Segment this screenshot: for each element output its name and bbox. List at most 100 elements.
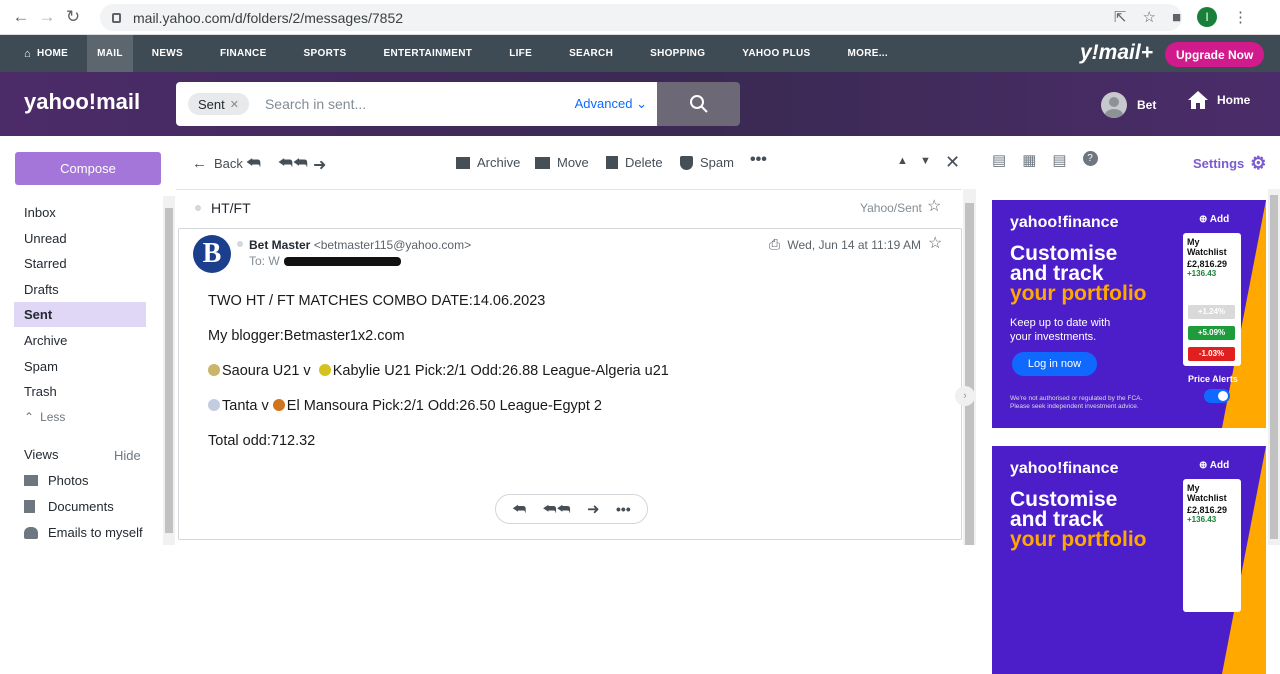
sidebar-scrollbar[interactable] [163, 196, 175, 545]
scroll-thumb[interactable] [165, 208, 173, 533]
chip-close-icon[interactable]: ✕ [230, 98, 239, 111]
profile-avatar[interactable]: I [1197, 7, 1217, 27]
star-icon[interactable]: ☆ [1142, 8, 1155, 26]
reply-icon[interactable]: ⮪ [512, 501, 526, 518]
search-input[interactable]: Search in sent... [265, 96, 366, 112]
read-dot-icon[interactable] [237, 241, 243, 247]
ad-disclaimer: We're not authorised or regulated by the… [1010, 395, 1142, 411]
team-crest-icon [319, 364, 331, 376]
right-panel-tabs: ▤ ▦ ▤ ? [992, 151, 1098, 169]
scroll-thumb[interactable] [1270, 195, 1278, 539]
search-box[interactable]: Sent✕ Search in sent... Advanced ⌄ [176, 82, 657, 126]
spam-button[interactable]: Spam [680, 155, 734, 170]
finance-ad[interactable]: yahoo!finance ⊕ Add Customise and track … [992, 200, 1266, 428]
compose-button[interactable]: Compose [15, 152, 161, 185]
right-panel-scrollbar[interactable] [1268, 189, 1280, 545]
sender-line[interactable]: Bet Master <betmaster115@yahoo.com> [249, 238, 471, 252]
reload-icon[interactable]: ↻ [60, 7, 86, 27]
folder-starred[interactable]: Starred [14, 251, 146, 276]
view-emails-to-myself[interactable]: Emails to myself [14, 520, 146, 545]
ad-add-button[interactable]: ⊕ Add [1199, 460, 1229, 471]
menu-dots-icon[interactable]: ⋮ [1233, 8, 1248, 26]
nav-home[interactable]: ⌂HOME [24, 35, 68, 72]
hide-views-button[interactable]: Hide [114, 448, 141, 463]
help-icon[interactable]: ? [1083, 151, 1098, 166]
advanced-search-button[interactable]: Advanced ⌄ [575, 96, 647, 112]
view-documents[interactable]: Documents [14, 494, 146, 519]
folder-sent[interactable]: Sent [14, 302, 146, 327]
nav-shopping[interactable]: SHOPPING [650, 35, 705, 72]
nav-more[interactable]: MORE... [848, 35, 888, 72]
recipient-line: To: W [249, 254, 401, 268]
delete-button[interactable]: Delete [606, 155, 663, 170]
ad-add-button[interactable]: ⊕ Add [1199, 214, 1229, 225]
forward-icon[interactable]: ➜ [313, 155, 326, 175]
nav-life[interactable]: LIFE [509, 35, 532, 72]
message-date: Wed, Jun 14 at 11:19 AM [787, 238, 921, 252]
document-icon [24, 500, 35, 513]
nav-entertainment[interactable]: ENTERTAINMENT [383, 35, 472, 72]
previous-message-icon[interactable]: ▲ [897, 155, 908, 167]
scroll-thumb[interactable] [965, 203, 974, 545]
back-arrow-icon[interactable]: ← [8, 7, 34, 27]
upgrade-now-button[interactable]: Upgrade Now [1165, 42, 1264, 67]
reply-all-icon[interactable]: ⮪⮪ [278, 155, 308, 173]
ad-login-button[interactable]: Log in now [1012, 352, 1097, 376]
home-button[interactable]: Home [1187, 90, 1250, 110]
notepad-icon[interactable]: ▤ [1052, 151, 1066, 169]
lock-icon [112, 13, 121, 23]
contacts-icon[interactable]: ▤ [992, 151, 1006, 169]
finance-ad[interactable]: yahoo!finance ⊕ Add Customise and track … [992, 446, 1266, 674]
reply-all-icon[interactable]: ⮪⮪ [543, 501, 571, 518]
move-button[interactable]: Move [535, 155, 589, 170]
archive-button[interactable]: Archive [456, 155, 520, 170]
folder-trash[interactable]: Trash [14, 379, 146, 404]
collapse-panel-icon[interactable]: › [955, 386, 975, 406]
more-actions-icon[interactable]: ••• [750, 151, 767, 169]
nav-sports[interactable]: SPORTS [304, 35, 347, 72]
body-line: TWO HT / FT MATCHES COMBO DATE:14.06.202… [208, 284, 669, 319]
nav-mail[interactable]: MAIL [87, 35, 133, 72]
star-icon[interactable]: ☆ [928, 233, 942, 253]
forward-icon[interactable]: ➜ [587, 500, 600, 518]
next-message-icon[interactable]: ▼ [920, 155, 931, 167]
yahoo-mail-logo[interactable]: yahoo!mail [24, 89, 140, 115]
unread-dot-icon[interactable] [195, 205, 201, 211]
sidepanel-icon[interactable]: ■ [1172, 9, 1181, 26]
reading-scrollbar[interactable] [963, 189, 976, 545]
search-button[interactable] [657, 82, 740, 126]
ad-subtext: Keep up to date withyour investments. [1010, 316, 1110, 344]
folder-unread[interactable]: Unread [14, 226, 146, 251]
sender-avatar[interactable]: B [193, 235, 231, 273]
search-folder-chip[interactable]: Sent✕ [188, 93, 249, 115]
folder-archive[interactable]: Archive [14, 328, 146, 353]
chevron-up-icon: ⌃ [24, 410, 34, 424]
spam-label: Spam [700, 155, 734, 170]
folder-label[interactable]: Yahoo/Sent [860, 201, 922, 215]
settings-button[interactable]: Settings⚙ [1193, 153, 1266, 174]
forward-arrow-icon[interactable]: → [34, 7, 60, 27]
ad-add-label: Add [1210, 460, 1229, 471]
nav-news[interactable]: NEWS [152, 35, 183, 72]
ad-headline: Customise and track your portfolio [1010, 244, 1146, 304]
chevron-down-icon: ⌄ [636, 96, 647, 111]
calendar-icon[interactable]: ▦ [1022, 151, 1036, 169]
folder-drafts[interactable]: Drafts [14, 277, 146, 302]
advanced-label: Advanced [575, 96, 633, 111]
reply-icon[interactable]: ⮪ [246, 155, 261, 173]
nav-search[interactable]: SEARCH [569, 35, 613, 72]
nav-yahoo-plus[interactable]: YAHOO PLUS [742, 35, 810, 72]
nav-finance[interactable]: FINANCE [220, 35, 267, 72]
less-toggle[interactable]: ⌃Less [14, 404, 146, 429]
star-icon[interactable]: ☆ [927, 196, 941, 216]
view-photos[interactable]: Photos [14, 468, 146, 493]
address-bar[interactable]: mail.yahoo.com/d/folders/2/messages/7852 [100, 4, 1182, 31]
close-icon[interactable]: ✕ [945, 152, 960, 173]
print-icon[interactable]: ⎙ [769, 236, 780, 253]
back-button[interactable]: ←Back [192, 155, 243, 172]
user-menu[interactable]: Bet [1101, 92, 1156, 118]
share-icon[interactable]: ⇱ [1114, 8, 1127, 26]
more-actions-icon[interactable]: ••• [616, 501, 631, 517]
folder-spam[interactable]: Spam [14, 354, 146, 379]
folder-inbox[interactable]: Inbox [14, 200, 146, 225]
